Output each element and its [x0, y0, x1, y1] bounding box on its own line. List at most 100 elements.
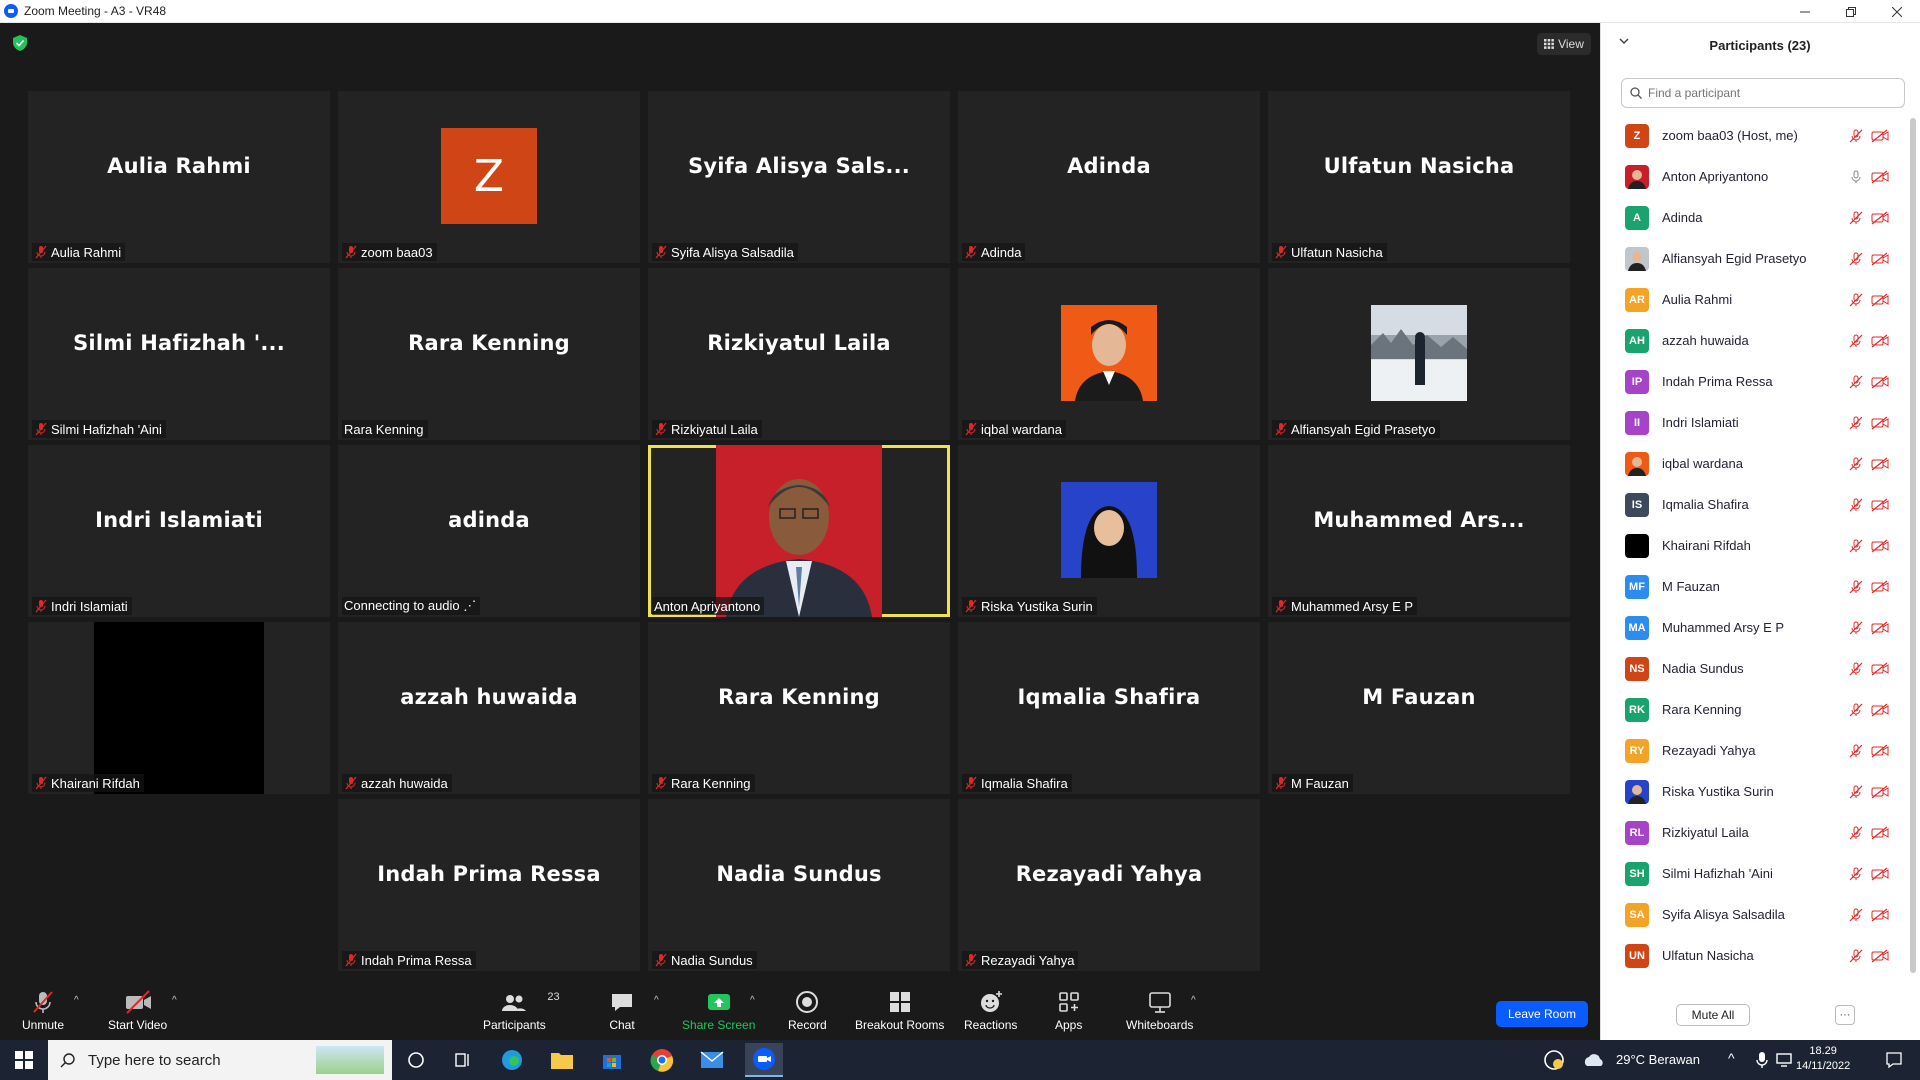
participant-row[interactable]: Zzoom baa03 (Host, me) [1601, 115, 1917, 156]
video-off-icon[interactable] [1871, 826, 1889, 840]
audio-options-caret-icon[interactable]: ^ [74, 995, 79, 1006]
close-button[interactable] [1874, 0, 1920, 23]
mic-muted-icon[interactable] [1849, 129, 1863, 143]
weather-text[interactable]: 29°C Berawan [1616, 1052, 1700, 1067]
file-explorer-button[interactable] [548, 1046, 576, 1074]
mic-muted-icon[interactable] [1849, 416, 1863, 430]
video-off-icon[interactable] [1871, 662, 1889, 676]
video-tile[interactable]: Silmi Hafizhah '... Silmi Hafizhah 'Aini [28, 268, 330, 440]
participant-row[interactable]: Khairani Rifdah [1601, 525, 1917, 566]
share-options-caret-icon[interactable]: ^ [750, 995, 755, 1006]
mic-muted-icon[interactable] [1849, 785, 1863, 799]
mic-muted-icon[interactable] [1849, 744, 1863, 758]
video-off-icon[interactable] [1871, 375, 1889, 389]
video-off-icon[interactable] [1871, 744, 1889, 758]
video-off-icon[interactable] [1871, 416, 1889, 430]
start-video-button[interactable]: Start Video [108, 989, 167, 1032]
video-off-icon[interactable] [1871, 580, 1889, 594]
video-tile[interactable]: Nadia Sundus Nadia Sundus [648, 799, 950, 971]
mic-muted-icon[interactable] [1849, 826, 1863, 840]
participant-row[interactable]: IP Indah Prima Ressa [1601, 361, 1917, 402]
video-tile[interactable]: Riska Yustika Surin [958, 445, 1260, 617]
video-options-caret-icon[interactable]: ^ [172, 995, 177, 1006]
participant-row[interactable]: MA Muhammed Arsy E P [1601, 607, 1917, 648]
whiteboards-options-caret-icon[interactable]: ^ [1191, 995, 1196, 1006]
video-off-icon[interactable] [1871, 949, 1889, 963]
mic-muted-icon[interactable] [1849, 252, 1863, 266]
chrome-button[interactable] [648, 1046, 676, 1074]
start-button[interactable] [10, 1046, 38, 1074]
breakout-rooms-button[interactable]: Breakout Rooms [855, 989, 944, 1032]
video-tile[interactable]: azzah huwaida azzah huwaida [338, 622, 640, 794]
participant-row[interactable]: RK Rara Kenning [1601, 689, 1917, 730]
mic-muted-icon[interactable] [1849, 539, 1863, 553]
participant-list-scrollbar[interactable] [1910, 118, 1916, 973]
video-off-icon[interactable] [1871, 539, 1889, 553]
participant-row[interactable]: II Indri Islamiati [1601, 402, 1917, 443]
video-off-icon[interactable] [1871, 621, 1889, 635]
collapse-chevron-icon[interactable] [1619, 37, 1629, 45]
mic-muted-icon[interactable] [1849, 867, 1863, 881]
network-tray-icon[interactable] [1770, 1046, 1798, 1074]
participant-row[interactable]: RL Rizkiyatul Laila [1601, 812, 1917, 853]
video-tile[interactable]: Ulfatun Nasicha Ulfatun Nasicha [1268, 91, 1570, 263]
video-tile[interactable]: Aulia Rahmi Aulia Rahmi [28, 91, 330, 263]
mic-muted-icon[interactable] [1849, 949, 1863, 963]
video-off-icon[interactable] [1871, 252, 1889, 266]
video-off-icon[interactable] [1871, 908, 1889, 922]
video-off-icon[interactable] [1871, 867, 1889, 881]
video-off-icon[interactable] [1871, 129, 1889, 143]
video-tile[interactable]: Adinda Adinda [958, 91, 1260, 263]
whiteboards-button[interactable]: Whiteboards [1126, 989, 1193, 1032]
video-off-icon[interactable] [1871, 703, 1889, 717]
help-tray-button[interactable] [1540, 1046, 1568, 1074]
video-tile[interactable]: iqbal wardana [958, 268, 1260, 440]
participant-row[interactable]: AH azzah huwaida [1601, 320, 1917, 361]
participant-row[interactable]: Alfiansyah Egid Prasetyo [1601, 238, 1917, 279]
participant-row[interactable]: AR Aulia Rahmi [1601, 279, 1917, 320]
mic-muted-icon[interactable] [1849, 334, 1863, 348]
video-tile[interactable]: M Fauzan M Fauzan [1268, 622, 1570, 794]
chat-options-caret-icon[interactable]: ^ [654, 995, 659, 1006]
zoom-taskbar-button[interactable] [745, 1043, 783, 1077]
cortana-button[interactable] [402, 1046, 430, 1074]
video-tile[interactable]: Rezayadi Yahya Rezayadi Yahya [958, 799, 1260, 971]
view-button[interactable]: View [1537, 33, 1591, 55]
video-tile[interactable]: Muhammed Ars... Muhammed Arsy E P [1268, 445, 1570, 617]
video-tile[interactable]: Alfiansyah Egid Prasetyo [1268, 268, 1570, 440]
reactions-button[interactable]: Reactions [964, 989, 1017, 1032]
chat-button[interactable]: Chat [609, 989, 635, 1032]
participant-row[interactable]: A Adinda [1601, 197, 1917, 238]
video-off-icon[interactable] [1871, 334, 1889, 348]
store-button[interactable] [598, 1046, 626, 1074]
restore-button[interactable] [1828, 0, 1874, 23]
video-off-icon[interactable] [1871, 211, 1889, 225]
unmute-button[interactable]: Unmute [22, 989, 64, 1032]
encryption-shield-icon[interactable] [13, 35, 27, 51]
taskbar-search[interactable]: Type here to search [48, 1040, 392, 1080]
mic-muted-icon[interactable] [1849, 498, 1863, 512]
search-input[interactable] [1648, 86, 1888, 100]
participants-button[interactable]: 23 Participants [483, 989, 560, 1032]
more-options-button[interactable]: ··· [1835, 1005, 1855, 1025]
video-tile[interactable]: Rara Kenning Rara Kenning [338, 268, 640, 440]
participant-row[interactable]: SH Silmi Hafizhah 'Aini [1601, 853, 1917, 894]
video-off-icon[interactable] [1871, 785, 1889, 799]
mic-on-icon[interactable] [1849, 170, 1863, 184]
video-tile[interactable]: Rara Kenning Rara Kenning [648, 622, 950, 794]
video-tile[interactable]: Indah Prima Ressa Indah Prima Ressa [338, 799, 640, 971]
tray-chevron-icon[interactable]: ^ [1728, 1050, 1735, 1066]
video-tile[interactable]: adinda Connecting to audio ⋰ [338, 445, 640, 617]
participant-row[interactable]: Riska Yustika Surin [1601, 771, 1917, 812]
participant-row[interactable]: UN Ulfatun Nasicha [1601, 935, 1917, 976]
mic-muted-icon[interactable] [1849, 375, 1863, 389]
mic-muted-icon[interactable] [1849, 211, 1863, 225]
video-off-icon[interactable] [1871, 498, 1889, 512]
mic-muted-icon[interactable] [1849, 457, 1863, 471]
mic-muted-icon[interactable] [1849, 908, 1863, 922]
video-off-icon[interactable] [1871, 170, 1889, 184]
video-tile[interactable]: Iqmalia Shafira Iqmalia Shafira [958, 622, 1260, 794]
video-tile[interactable]: Syifa Alisya Sals... Syifa Alisya Salsadi… [648, 91, 950, 263]
apps-button[interactable]: Apps [1055, 989, 1082, 1032]
mail-button[interactable] [698, 1046, 726, 1074]
